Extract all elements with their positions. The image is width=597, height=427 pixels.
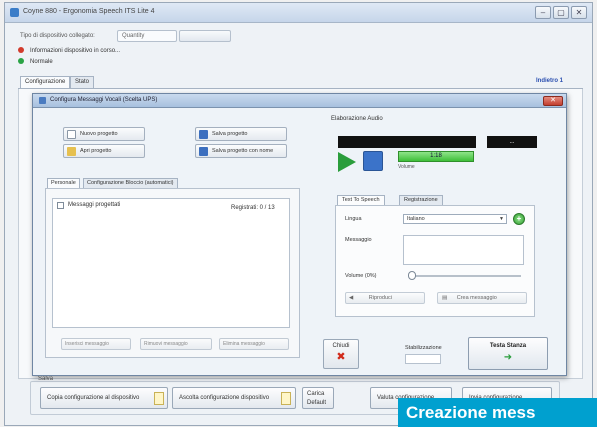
preview-waveform-bar [338, 136, 476, 148]
stabilization-input[interactable] [405, 354, 441, 364]
volume-caption: Volume [398, 164, 415, 170]
close-x-icon: ✖ [336, 351, 346, 363]
titlebar: Coyne 880 - Ergonomia Speech ITS Lite 4 … [5, 3, 592, 23]
save-project-button[interactable]: Salva progetto [195, 127, 287, 141]
caption-banner: Creazione mess [398, 398, 597, 427]
error-dot-icon [18, 47, 24, 53]
arrow-right-icon: ➜ [503, 352, 513, 363]
copy-config-label: Copia configurazione al dispositivo [47, 395, 140, 401]
messages-checkbox[interactable] [57, 202, 64, 209]
window-title: Coyne 880 - Ergonomia Speech ITS Lite 4 [23, 8, 155, 15]
test-room-button[interactable]: Testa Stanza ➜ [468, 337, 548, 370]
copy-config-button[interactable]: Copia configurazione al dispositivo [40, 387, 168, 409]
close-dialog-label: Chiudi [332, 343, 350, 349]
tab-configurazione-blocchi[interactable]: Configurazione Bloccio (automatici) [83, 178, 178, 188]
status-normal-text: Normale [30, 59, 53, 65]
volume-level-bar: 1:18 [398, 151, 474, 162]
add-language-icon[interactable]: + [513, 213, 525, 225]
app-icon [10, 8, 19, 17]
test-room-label: Testa Stanza [489, 343, 527, 349]
language-label: Lingua [345, 216, 362, 222]
language-value: Italiano [407, 216, 425, 222]
create-message-button[interactable]: ▤ Crea messaggio [437, 292, 527, 304]
save-project-as-label: Salva progetto con nome [212, 148, 274, 154]
document-icon [281, 392, 291, 405]
play-tts-button[interactable]: ◀ Riproduci [345, 292, 425, 304]
preview-label: Elaborazione Audio [331, 116, 383, 122]
dialog-title: Configura Messaggi Vocali (Scelta UPS) [50, 97, 158, 103]
close-window-button[interactable]: ✕ [571, 6, 587, 19]
document-icon [154, 392, 164, 405]
create-small-icon: ▤ [442, 295, 448, 301]
device-type-label: Tipo di dispositivo collegato: [20, 33, 95, 39]
folder-icon [67, 147, 76, 156]
minimize-button[interactable]: – [535, 6, 551, 19]
play-icon[interactable] [338, 152, 356, 172]
voice-messages-dialog: Configura Messaggi Vocali (Scelta UPS) ✕… [32, 93, 567, 376]
preview-time-display: ... [487, 136, 537, 148]
dialog-close-icon[interactable]: ✕ [543, 96, 563, 106]
dialog-titlebar: Configura Messaggi Vocali (Scelta UPS) ✕ [33, 94, 566, 108]
tab-stato[interactable]: Stato [70, 76, 95, 88]
save-project-label: Salva progetto [212, 131, 248, 137]
tab-text-to-speech[interactable]: Text To Speech [337, 195, 385, 205]
remove-message-button[interactable]: Rimuovi messaggio [140, 338, 212, 350]
toolbar-button[interactable] [179, 30, 231, 42]
tab-configurazione[interactable]: Configurazione [20, 76, 71, 88]
maximize-button[interactable]: ▢ [553, 6, 569, 19]
ok-dot-icon [18, 58, 24, 64]
save-disk-icon [199, 130, 208, 139]
listen-config-label: Ascolta configurazione dispositivo [179, 395, 270, 401]
status-row-info: Informazioni dispositivo in corso... [18, 47, 120, 57]
status-row-normal: Normale [18, 58, 53, 68]
stop-icon[interactable] [363, 151, 383, 171]
create-message-label: Crea messaggio [456, 295, 497, 301]
message-textarea[interactable] [403, 235, 524, 265]
stabilization-label: Stabilizzazione [405, 345, 442, 351]
tab-personale[interactable]: Personale [47, 178, 80, 188]
load-default-button[interactable]: Carica Default [302, 387, 334, 409]
messages-count: Registrati: 0 / 13 [231, 205, 275, 211]
play-tts-label: Riproduci [368, 295, 392, 301]
save-project-as-button[interactable]: Salva progetto con nome [195, 144, 287, 158]
open-project-button[interactable]: Apri progetto [63, 144, 145, 158]
save-as-icon [199, 147, 208, 156]
volume-label: Volume (0%) [345, 273, 377, 279]
language-select[interactable]: Italiano ▼ [403, 214, 507, 224]
volume-slider-track[interactable] [411, 275, 521, 277]
close-dialog-button[interactable]: Chiudi ✖ [323, 339, 359, 369]
delete-message-button[interactable]: Elimina messaggio [219, 338, 289, 350]
messages-list[interactable] [52, 198, 290, 328]
volume-slider-thumb[interactable] [408, 271, 416, 280]
listen-config-button[interactable]: Ascolta configurazione dispositivo [172, 387, 296, 409]
new-project-button[interactable]: Nuovo progetto [63, 127, 145, 141]
new-project-label: Nuovo progetto [80, 131, 118, 137]
new-file-icon [67, 130, 76, 139]
message-label: Messaggio [345, 237, 372, 243]
top-right-link[interactable]: Indietro 1 [536, 78, 563, 84]
play-small-icon: ◀ [349, 295, 354, 301]
tab-registrazione[interactable]: Registrazione [399, 195, 443, 205]
dialog-app-icon [39, 97, 46, 104]
insert-message-button[interactable]: Inserisci messaggio [61, 338, 131, 350]
open-project-label: Apri progetto [80, 148, 112, 154]
device-type-field[interactable]: Quantity [117, 30, 177, 42]
chevron-down-icon: ▼ [499, 216, 504, 222]
status-info-text: Informazioni dispositivo in corso... [30, 48, 121, 54]
messages-list-header: Messaggi progettati [68, 202, 121, 208]
